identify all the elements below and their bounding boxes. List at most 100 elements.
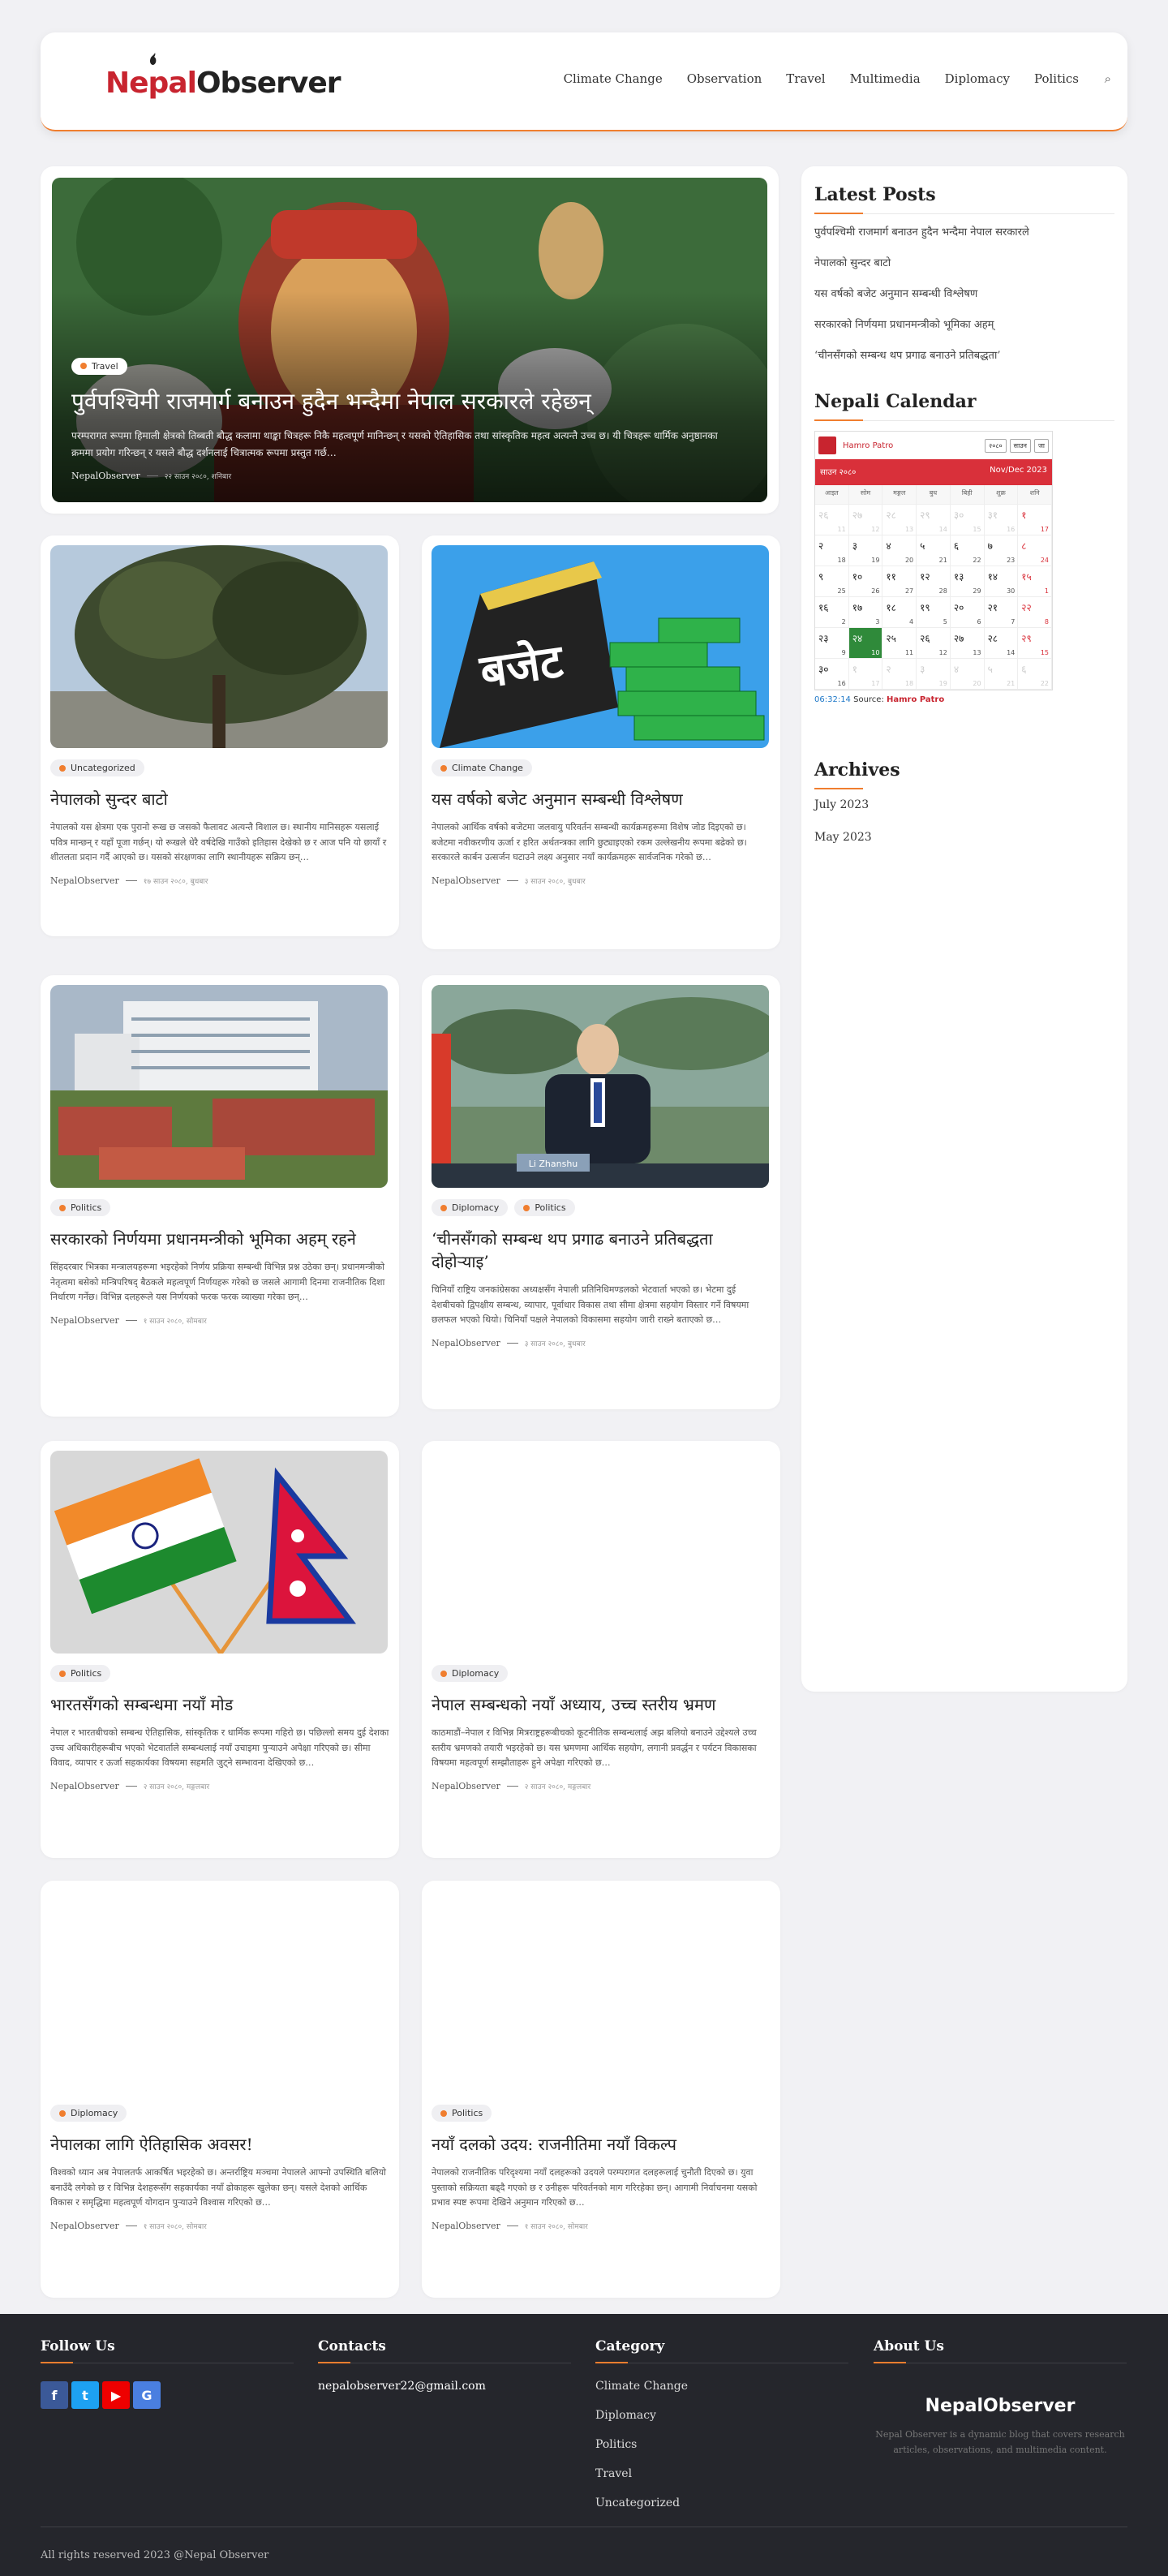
post-title[interactable]: नेपालका लागि ऐतिहासिक अवसर! [50,2133,389,2156]
post-card[interactable]: बजेट Climate Change यस वर्षको बजेट अनुमा… [422,535,780,949]
nav-item-observation[interactable]: Observation [687,71,762,86]
footer-logo[interactable]: NepalObserver [874,2396,1127,2416]
hamro-patro-logo[interactable]: Hamro Patro [818,437,893,454]
site-logo[interactable]: NepalObserver [105,53,341,100]
calendar-day[interactable]: ४ 20 [950,659,985,690]
twitter-icon[interactable]: t [71,2381,99,2409]
calendar-day[interactable]: ६ 22 [1018,659,1052,690]
post-author[interactable]: NepalObserver [432,1781,500,1791]
post-card[interactable]: Politics नयाँ दलको उदय: राजनीतिमा नयाँ व… [422,1881,780,2298]
calendar-day[interactable]: २२ 8 [1018,597,1052,628]
calendar-day[interactable]: ३ 19 [917,659,951,690]
calendar-day[interactable]: ७ 23 [984,535,1019,566]
post-title[interactable]: ‘चीनसँगको सम्बन्ध थप प्रगाढ बनाउने प्रति… [432,1228,771,1273]
post-title[interactable]: भारतसँगको सम्बन्धमा नयाँ मोड [50,1693,389,1716]
calendar-day[interactable]: ५ 21 [984,659,1019,690]
nav-item-travel[interactable]: Travel [786,71,825,86]
calendar-day[interactable]: ३० 16 [815,659,849,690]
calendar-day[interactable]: २४ 10 [848,628,883,659]
category-tag[interactable]: Politics [50,1199,111,1216]
footer-category-link[interactable]: Uncategorized [595,2496,848,2509]
post-author[interactable]: NepalObserver [432,875,500,886]
archive-link[interactable]: May 2023 [814,831,1114,844]
calendar-day[interactable]: १८ 4 [882,597,917,628]
category-tag[interactable]: Politics [432,2105,492,2122]
featured-post[interactable]: Travel पुर्वपश्चिमी राजमार्ग बनाउन हुदैन… [41,166,779,514]
calendar-day[interactable]: १६ 2 [815,597,849,628]
latest-post-link[interactable]: यस वर्षको बजेट अनुमान सम्बन्धी विश्लेषण [814,286,1114,300]
category-tag[interactable]: Diplomacy [432,1199,509,1216]
calendar-day[interactable]: ३ 19 [848,535,883,566]
nav-item-climate-change[interactable]: Climate Change [564,71,663,86]
calendar-day[interactable]: २६ 11 [815,505,849,535]
footer-category-link[interactable]: Diplomacy [595,2409,848,2422]
category-tag[interactable]: Diplomacy [432,1665,509,1682]
post-card[interactable]: Politics भारतसँगको सम्बन्धमा नयाँ मोड ने… [41,1441,399,1858]
calendar-day[interactable]: ८ 24 [1018,535,1052,566]
calendar-day[interactable]: ६ 22 [950,535,985,566]
contact-email[interactable]: nepalobserver22@gmail.com [318,2380,571,2393]
month-select[interactable]: साउन [1009,438,1031,453]
calendar-day[interactable]: २९ 14 [917,505,951,535]
calendar-day[interactable]: ५ 21 [917,535,951,566]
post-author[interactable]: NepalObserver [50,2221,119,2231]
post-card[interactable]: Li Zhanshu Diplomacy Politics ‘चीनसँगको स… [422,975,780,1409]
post-title[interactable]: सरकारको निर्णयमा प्रधानमन्त्रीको भूमिका … [50,1228,389,1250]
category-tag[interactable]: Politics [50,1665,111,1682]
calendar-day[interactable]: ३० 15 [950,505,985,535]
calendar-day[interactable]: ४ 20 [882,535,917,566]
calendar-day[interactable]: २८ 13 [882,505,917,535]
footer-category-link[interactable]: Politics [595,2438,848,2451]
calendar-day[interactable]: १७ 3 [848,597,883,628]
google-icon[interactable]: G [133,2381,161,2409]
category-tag[interactable]: Climate Change [432,759,532,776]
calendar-day[interactable]: २८ 14 [984,628,1019,659]
calendar-day[interactable]: १४ 30 [984,566,1019,597]
nav-item-diplomacy[interactable]: Diplomacy [945,71,1010,86]
year-select[interactable]: २०८० [985,438,1007,453]
post-card[interactable]: Diplomacy नेपाल सम्बन्धको नयाँ अध्याय, उ… [422,1441,780,1858]
calendar-day[interactable]: १२ 28 [917,566,951,597]
category-tag[interactable]: Uncategorized [50,759,144,776]
post-card[interactable]: Politics सरकारको निर्णयमा प्रधानमन्त्रीक… [41,975,399,1417]
calendar-day[interactable]: २७ 13 [950,628,985,659]
post-author[interactable]: NepalObserver [71,471,140,481]
nav-item-politics[interactable]: Politics [1034,71,1079,86]
calendar-day[interactable]: १ 17 [1018,505,1052,535]
calendar-day[interactable]: ९ 25 [815,566,849,597]
calendar-day[interactable]: २९ 15 [1018,628,1052,659]
calendar-day[interactable]: १५ 1 [1018,566,1052,597]
calendar-day[interactable]: ३१ 16 [984,505,1019,535]
archive-link[interactable]: July 2023 [814,798,1114,811]
calendar-day[interactable]: २३ 9 [815,628,849,659]
calendar-day[interactable]: १० 26 [848,566,883,597]
post-title[interactable]: यस वर्षको बजेट अनुमान सम्बन्धी विश्लेषण [432,788,771,811]
latest-post-link[interactable]: पुर्वपश्चिमी राजमार्ग बनाउन हुदैन भन्दैम… [814,224,1114,239]
post-author[interactable]: NepalObserver [50,875,119,886]
nav-item-multimedia[interactable]: Multimedia [850,71,921,86]
category-tag[interactable]: Diplomacy [50,2105,127,2122]
calendar-day[interactable]: २१ 7 [984,597,1019,628]
footer-category-link[interactable]: Climate Change [595,2380,848,2393]
post-author[interactable]: NepalObserver [50,1781,119,1791]
calendar-day[interactable]: २६ 12 [917,628,951,659]
calendar-day[interactable]: ११ 27 [882,566,917,597]
youtube-icon[interactable]: ▶ [102,2381,130,2409]
post-title[interactable]: नेपालको सुन्दर बाटो [50,788,389,811]
post-card[interactable]: Diplomacy नेपालका लागि ऐतिहासिक अवसर! वि… [41,1881,399,2298]
calendar-day[interactable]: २७ 12 [848,505,883,535]
category-tag[interactable]: Politics [514,1199,575,1216]
calendar-day[interactable]: २ 18 [815,535,849,566]
footer-category-link[interactable]: Travel [595,2467,848,2480]
calendar-day[interactable]: २ 18 [882,659,917,690]
post-title[interactable]: नेपाल सम्बन्धको नयाँ अध्याय, उच्च स्तरीय… [432,1693,771,1716]
featured-title[interactable]: पुर्वपश्चिमी राजमार्ग बनाउन हुदैन भन्दैम… [71,388,735,415]
latest-post-link[interactable]: सरकारको निर्णयमा प्रधानमन्त्रीको भूमिका … [814,316,1114,331]
facebook-icon[interactable]: f [41,2381,68,2409]
post-card[interactable]: Uncategorized नेपालको सुन्दर बाटो नेपालक… [41,535,399,936]
calendar-day[interactable]: २५ 11 [882,628,917,659]
latest-post-link[interactable]: नेपालको सुन्दर बाटो [814,255,1114,269]
calendar-day[interactable]: १ 17 [848,659,883,690]
post-author[interactable]: NepalObserver [432,2221,500,2231]
post-author[interactable]: NepalObserver [50,1315,119,1326]
